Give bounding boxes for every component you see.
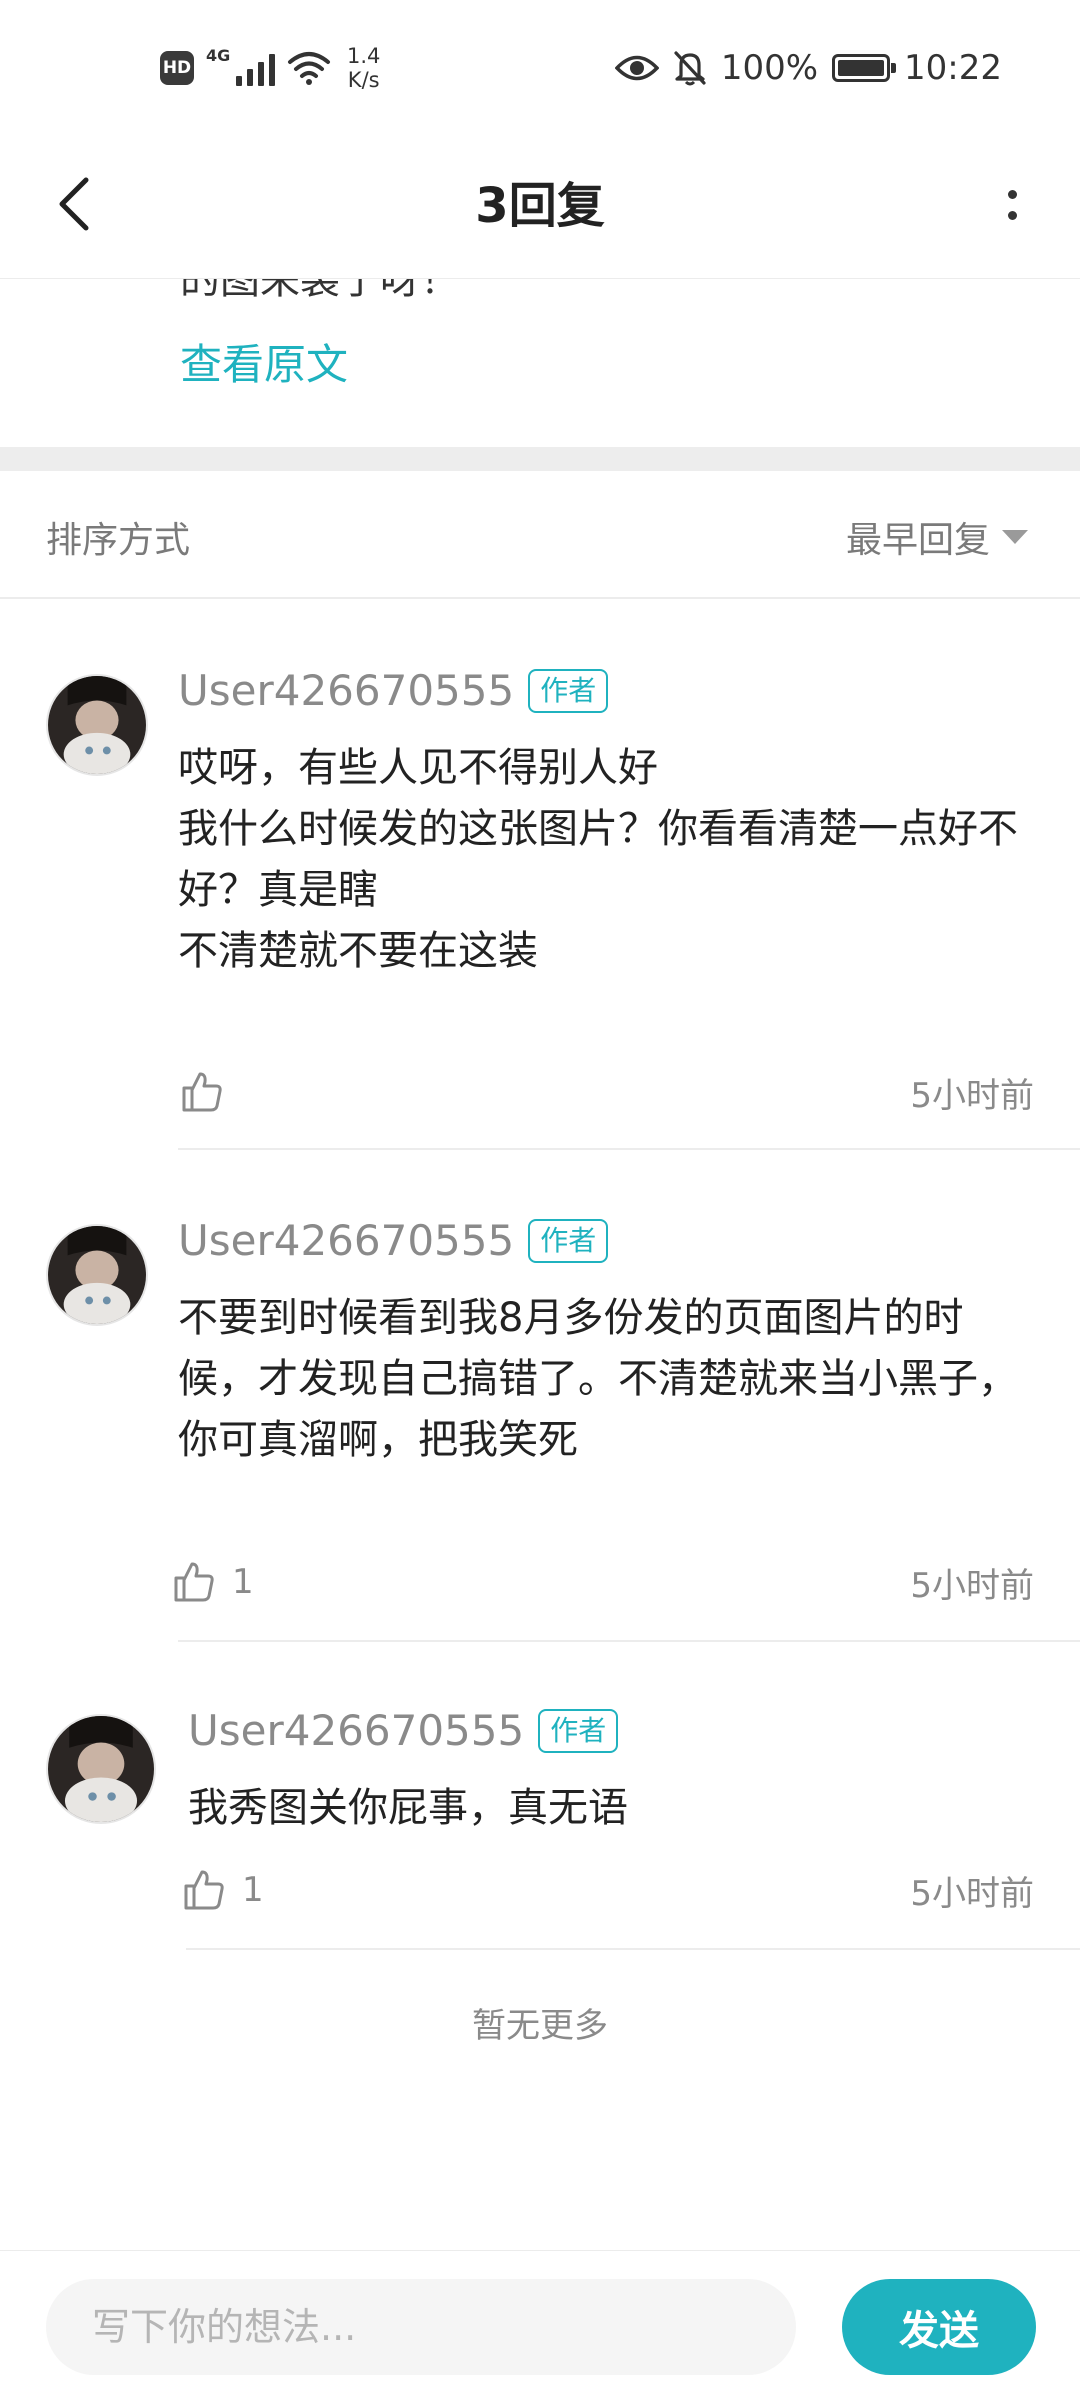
top-bar: 3回复 [0,130,1080,279]
clock: 10:22 [904,48,1002,88]
network-type: 4G [206,46,231,65]
status-bar: HD 4G 1.4 K/s 100% 10:22 [0,0,1080,130]
author-badge: 作者 [538,1708,619,1753]
reply-header: User426670555 作者 [178,1216,609,1265]
original-post-snippet: 的图来装了呀！ 查看原文 [0,279,1080,447]
reply-text: 我秀图关你屁事，真无语 [188,1785,628,1831]
status-left: HD 4G 1.4 K/s [160,40,380,96]
signal-icon: 4G [206,46,275,86]
reply-divider [178,1148,1080,1150]
original-post-text: 的图来装了呀！ [180,279,460,303]
reply-text: 不要到时候看到我8月多份发的页面图片的时候，才发现自己搞错了。不清楚就来当小黑子… [178,1295,1018,1463]
like-button[interactable]: 1 [180,1866,264,1914]
username[interactable]: User426670555 [188,1706,524,1755]
thumbs-up-icon [174,1562,214,1602]
reply-time: 5小时前 [910,1873,1034,1914]
comment-composer: 发送 [0,2250,1080,2401]
hd-icon: HD [160,51,194,85]
comment-input[interactable] [46,2279,796,2375]
speed-unit: K/s [347,68,380,92]
like-count: 1 [242,1870,264,1910]
wifi-icon [288,52,330,85]
reply-divider [186,1948,1080,1950]
avatar[interactable] [46,1714,156,1824]
avatar[interactable] [46,1224,148,1326]
eye-icon [614,55,659,81]
reply-text: 哎呀，有些人见不得别人好 我什么时候发的这张图片？你看看清楚一点好不好？真是瞎 … [178,745,1018,974]
author-badge: 作者 [528,1218,609,1263]
reply-divider [178,1640,1080,1642]
status-right: 100% 10:22 [614,40,1002,96]
section-divider [0,447,1080,471]
speed-value: 1.4 [347,44,381,68]
thumbs-up-icon [184,1870,224,1910]
reply-footer: 1 5小时前 [170,1552,1034,1612]
reply-header: User426670555 作者 [188,1706,619,1755]
battery-icon [832,54,897,82]
sort-selected: 最早回复 [845,520,990,561]
page-title: 3回复 [475,178,605,234]
thumbs-up-icon [182,1072,222,1112]
reply-time: 5小时前 [910,1565,1034,1606]
like-button[interactable] [178,1068,240,1116]
reply-time: 5小时前 [910,1075,1034,1116]
battery-fill [838,60,885,76]
like-count: 1 [232,1562,254,1602]
reply-footer: 5小时前 [178,1062,1034,1122]
no-more-text: 暂无更多 [472,2006,608,2046]
sort-bar: 排序方式 最早回复 [0,471,1080,599]
author-badge: 作者 [528,668,609,713]
sort-dropdown[interactable]: 最早回复 [846,511,1028,563]
mute-icon [674,51,706,86]
vertical-dots-icon[interactable] [982,170,1042,240]
username[interactable]: User426670555 [178,666,514,715]
battery-percent: 100% [720,48,819,88]
reply-header: User426670555 作者 [178,666,609,715]
username[interactable]: User426670555 [178,1216,514,1265]
reply-footer: 1 5小时前 [180,1860,1034,1920]
caret-down-icon [1002,530,1028,544]
network-speed: 1.4 K/s [347,44,380,92]
avatar[interactable] [46,674,148,776]
view-original-link[interactable]: 查看原文 [180,331,348,392]
like-button[interactable]: 1 [170,1558,254,1606]
sort-label: 排序方式 [46,520,191,561]
send-button[interactable]: 发送 [842,2279,1036,2375]
